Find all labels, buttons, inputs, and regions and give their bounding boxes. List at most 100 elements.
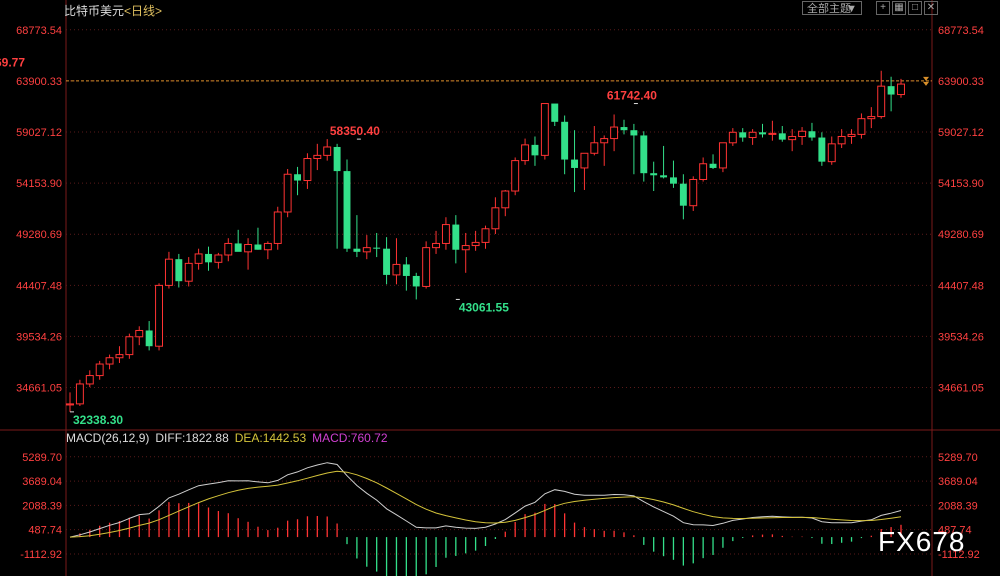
candle-body-up [610,126,619,140]
candle-body-down [294,174,301,181]
price-axis-left: 68773.54 63900.33 59027.12 54153.90 49280.69… [16,25,62,395]
candle-body-up [491,207,500,230]
candle-body-up [461,245,470,251]
candle-body-up [66,403,74,406]
candle-body-up [323,146,332,156]
period-selector[interactable]: <日线> [124,4,162,18]
price-axis-right: 68773.54 63900.33 59027.12 54153.90 49280.69… [938,25,984,395]
candle-body-down [531,144,539,156]
price-tick-label: 68773.54 [938,25,984,37]
price-tick-label: 44407.48 [938,280,984,292]
candle-body-down [254,244,262,250]
candle-body-up [728,131,737,144]
macd-tick-label: 3689.04 [22,476,62,488]
candle-body-up [600,138,609,144]
candle-body-up [718,142,727,169]
macd-grid [66,456,932,555]
candle-body-up [125,336,134,356]
macd-indicator-name: MACD(26,12,9) [66,431,150,445]
candle-body-down [383,248,391,275]
candle-body-up [244,243,253,253]
chevron-down-icon: ▼ [846,3,857,15]
candle-body-down [353,248,361,252]
candle-body-up [392,263,401,276]
price-tick-label: 44407.48 [16,280,62,292]
macd-legend: MACD(26,12,9) DIFF:1822.88 DEA:1442.53 MACD… [66,431,394,445]
candle-body-up [798,130,807,137]
candle-body-down [205,253,212,263]
price-tick-label: 68773.54 [16,25,62,37]
price-tick-label: 54153.90 [938,178,984,190]
candle-body-up [481,228,490,243]
candle-body-up [897,83,905,96]
candle-body-down [630,130,638,136]
candle-body-down [887,86,895,95]
candle-body-down [373,247,381,249]
price-annotation: 64869.77 [0,56,25,70]
candle-body-up [432,242,440,249]
candle-body-up [85,375,94,385]
candle-body-up [164,258,173,286]
candle-body-down [571,159,578,168]
candle-body-up [857,118,866,135]
price-annotation: 32338.30 [73,413,123,427]
price-tick-label: 49280.69 [938,229,984,241]
candle-body-up [75,383,84,405]
candle-body-up [540,103,549,156]
candle-body-down [709,163,717,168]
macd-tick-label: -1112.92 [20,549,62,561]
candle-body-up [699,163,708,180]
price-tick-label: 54153.90 [16,178,62,190]
candle-body-up [273,211,282,244]
price-tick-label: 63900.33 [938,76,984,88]
macd-tick-label: 2088.39 [22,500,62,512]
macd-tick-label: 487.74 [28,525,62,537]
candle-body-up [689,178,698,207]
candle-body-down [660,175,668,178]
candle-body-down [679,183,687,206]
macd-axis-left: 5289.70 3689.04 2088.39 487.74 -1112.92 [20,452,62,561]
candle-body-up [263,242,272,251]
candle-body-up [95,363,104,377]
candle-body-down [234,243,242,252]
price-tick-label: 59027.12 [938,127,984,139]
candle-body-up [155,284,163,347]
candle-body-down [640,135,648,174]
macd-macd-value: MACD:760.72 [312,431,388,445]
theme-selector-button[interactable]: 全部主题 ▼ [802,1,862,15]
macd-tick-label: 2088.39 [938,500,978,512]
macd-diff-value: DIFF:1822.88 [155,431,229,445]
grid-icon[interactable]: ▦ [892,1,906,15]
candle-body-up [214,254,223,263]
price-tick-label: 34661.05 [16,383,62,395]
candle-body-up [521,144,530,162]
chart-title: 比特币美元<日线> [64,2,162,19]
candle-body-up [768,132,777,135]
macd-dea-value: DEA:1442.53 [234,431,307,445]
macd-histogram [79,502,902,576]
window-icon[interactable]: □ [908,1,922,15]
candle-body-up [184,262,193,282]
macd-lines [69,462,902,538]
plus-icon[interactable]: + [876,1,890,15]
candlestick-series [66,70,905,412]
chart-canvas[interactable]: 68773.54 63900.33 59027.12 54153.90 49280.69… [0,0,1000,576]
candle-body-up [105,357,114,365]
candle-body-up [283,173,292,213]
candle-body-up [362,247,371,253]
candle-body-up [115,354,124,359]
price-tick-label: 39534.26 [938,331,984,343]
price-tick-label: 49280.69 [16,229,62,241]
close-icon[interactable]: ✕ [924,1,938,15]
macd-diff-line [69,462,902,538]
candle-body-down [778,133,786,140]
candle-body-up [590,142,599,154]
candle-body-down [175,259,183,282]
candle-body-down [818,137,826,162]
candle-body-up [788,135,797,141]
candle-body-down [551,103,559,122]
candle-body-up [135,329,144,338]
candle-body-up [501,190,510,209]
candle-body-up [224,242,233,256]
candle-body-up [441,224,450,244]
